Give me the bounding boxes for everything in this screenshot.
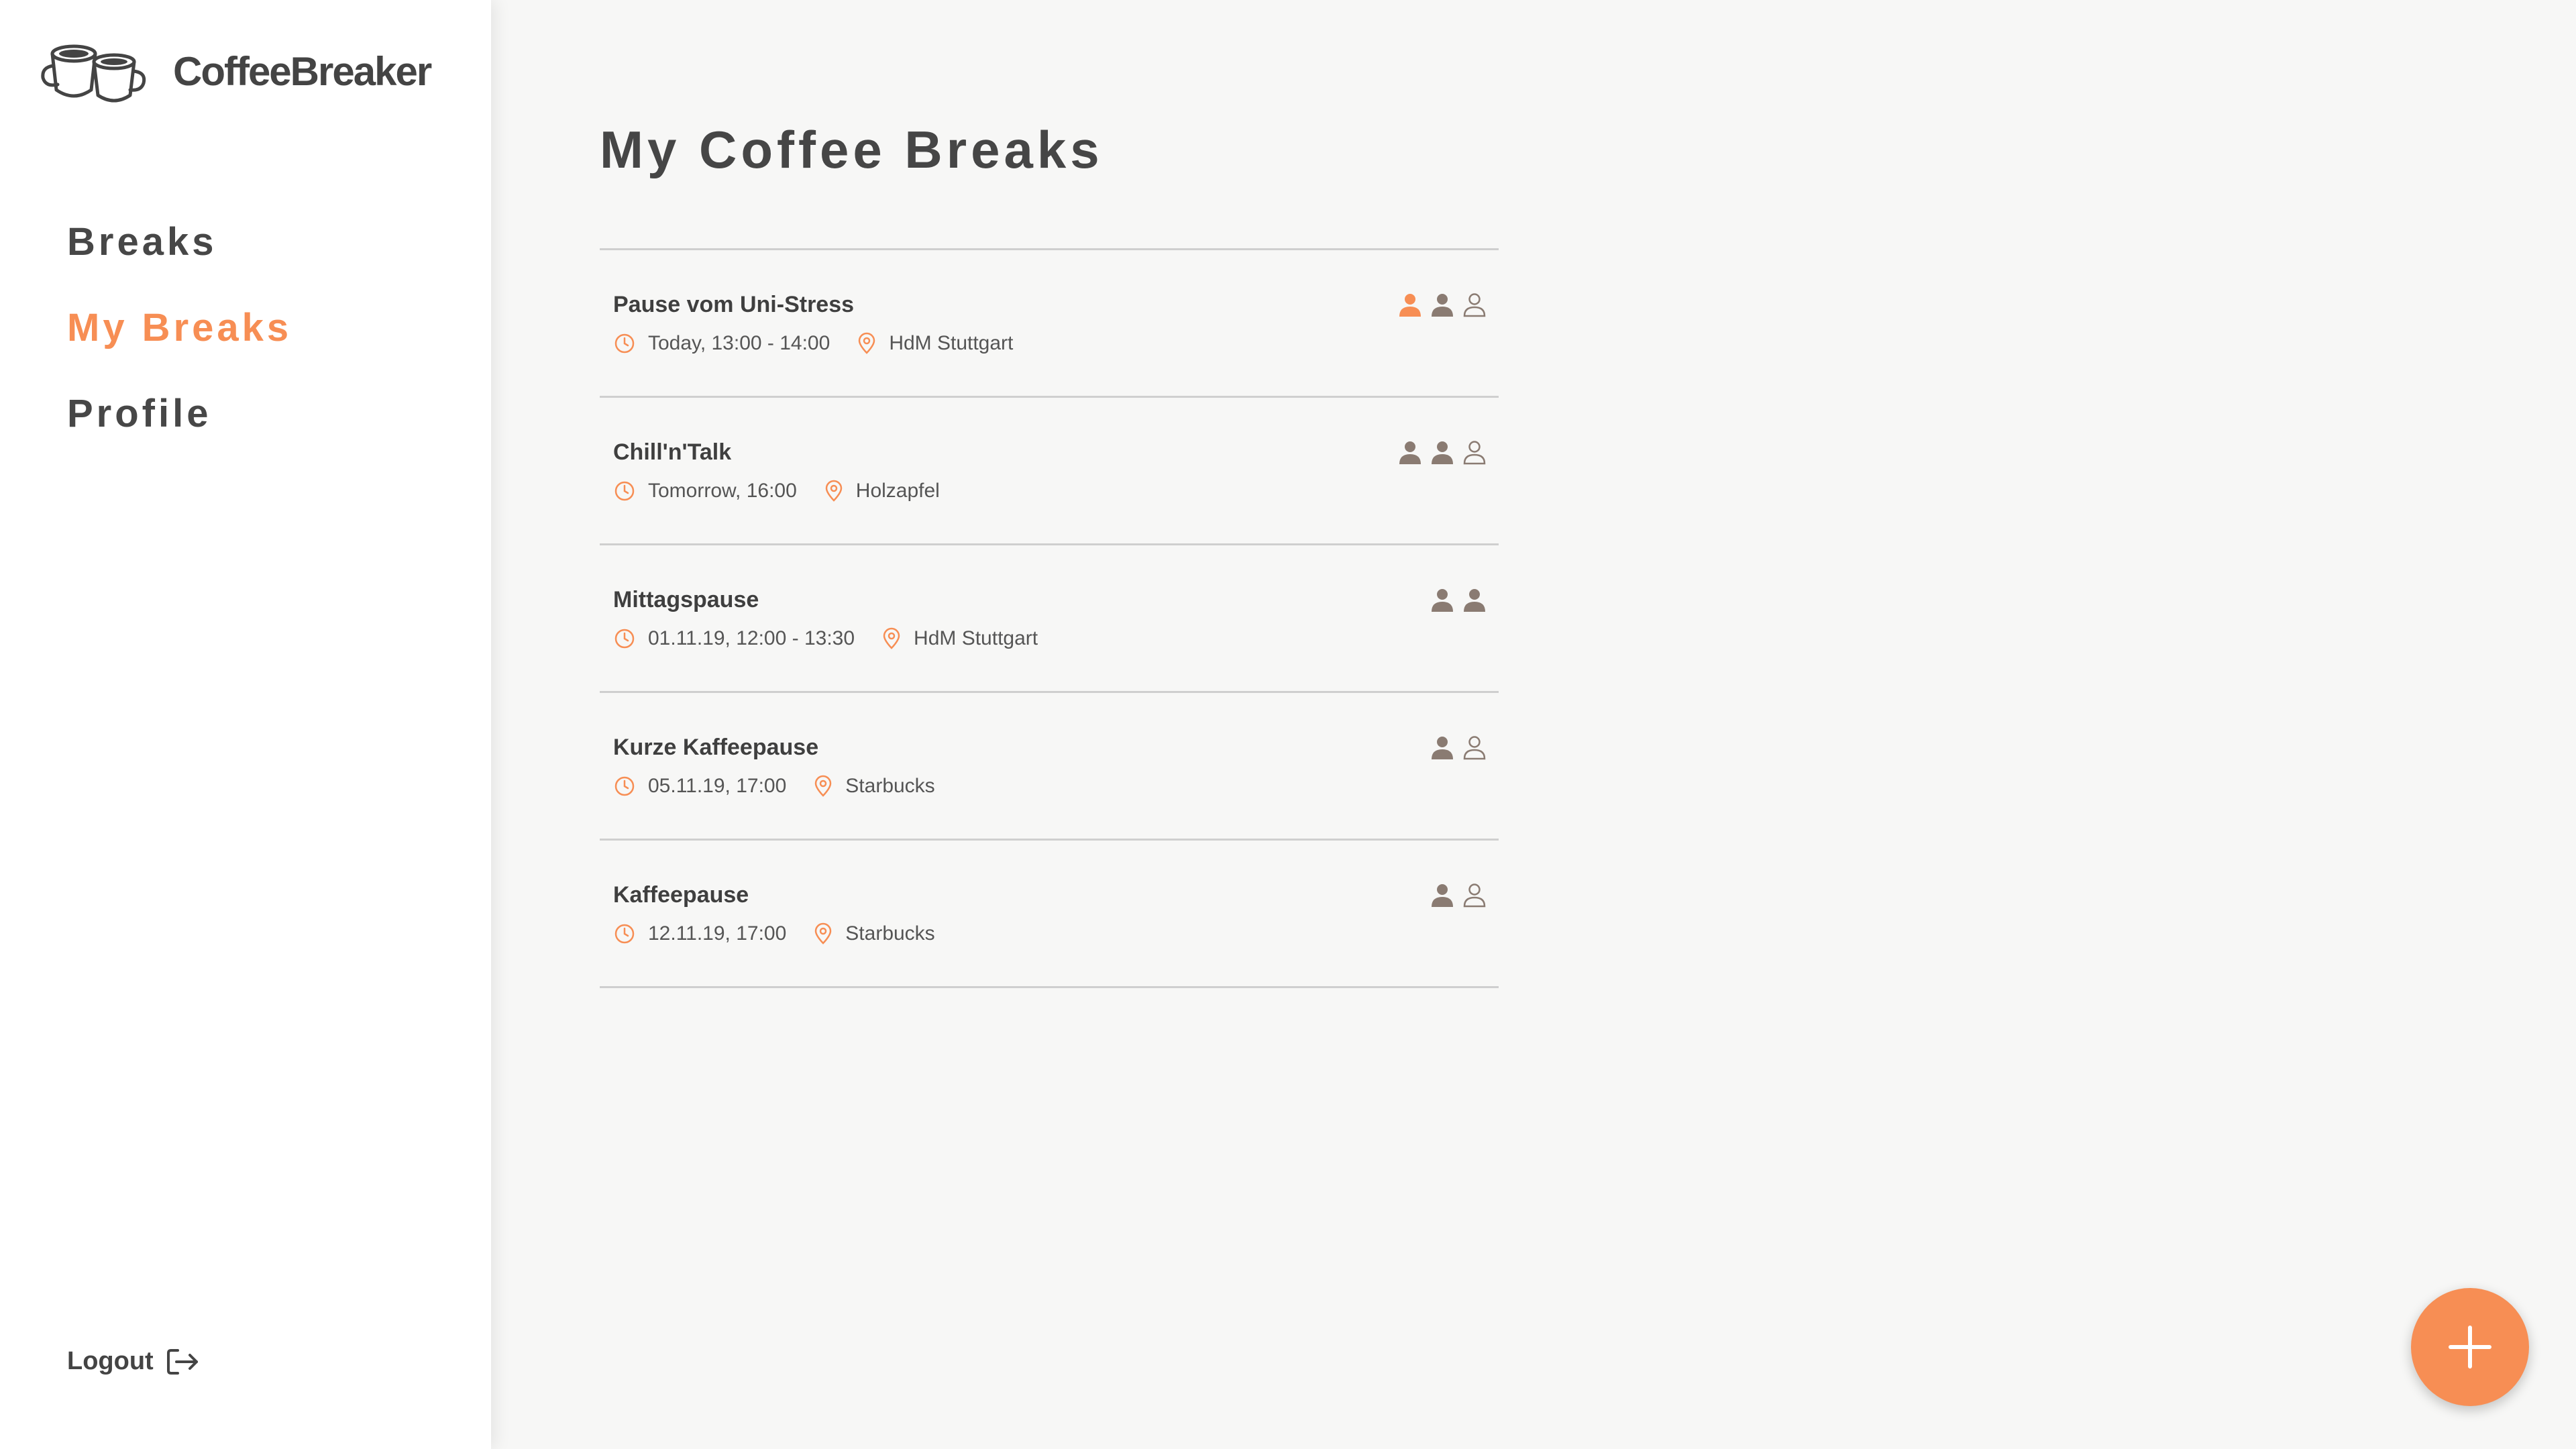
break-title: Mittagspause [613, 587, 759, 612]
main-content: My Coffee Breaks Pause vom Uni-Stress To… [491, 0, 2576, 1449]
sidebar-nav: Breaks My Breaks Profile [67, 215, 292, 472]
break-title: Kurze Kaffeepause [613, 735, 819, 760]
participants [1397, 439, 1488, 466]
add-break-button[interactable] [2411, 1288, 2529, 1406]
participant-icon [1464, 589, 1485, 612]
break-time: 12.11.19, 17:00 [648, 922, 787, 945]
break-location: HdM Stuttgart [889, 332, 1014, 354]
participant-empty-icon [1463, 293, 1486, 317]
location-pin-icon [815, 922, 832, 945]
list-item[interactable]: Pause vom Uni-Stress Today, 13:00 - 14:0… [600, 250, 1499, 398]
break-location: Starbucks [845, 922, 935, 945]
break-time: 01.11.19, 12:00 - 13:30 [648, 627, 855, 649]
logout-button[interactable]: Logout [67, 1347, 201, 1376]
sidebar-item-breaks[interactable]: Breaks [67, 215, 292, 301]
break-title: Chill'n'Talk [613, 439, 732, 465]
location-pin-icon [825, 480, 843, 502]
break-title: Pause vom Uni-Stress [613, 292, 855, 317]
location-pin-icon [859, 332, 875, 354]
break-time: 05.11.19, 17:00 [648, 775, 787, 797]
participant-empty-icon [1463, 441, 1486, 465]
sidebar: CoffeeBreaker Breaks My Breaks Profile L… [0, 0, 491, 1449]
clock-icon [614, 776, 635, 796]
list-item[interactable]: Chill'n'Talk Tomorrow, 16:00 Holzapfel [600, 398, 1499, 545]
break-location: HdM Stuttgart [914, 627, 1038, 649]
clock-icon [614, 924, 635, 944]
list-item[interactable]: Mittagspause 01.11.19, 12:00 - 13:30 HdM… [600, 545, 1499, 693]
participant-icon [1432, 737, 1453, 759]
clock-icon [614, 481, 635, 501]
brand[interactable]: CoffeeBreaker [39, 36, 432, 106]
participants [1429, 587, 1488, 614]
participant-icon [1432, 884, 1453, 907]
participants [1397, 292, 1488, 319]
break-meta: 01.11.19, 12:00 - 13:30 HdM Stuttgart [613, 627, 1038, 650]
logout-label: Logout [67, 1347, 154, 1375]
location-pin-icon [815, 775, 832, 797]
break-location: Starbucks [845, 775, 935, 797]
sidebar-item-profile[interactable]: Profile [67, 386, 292, 472]
plus-icon [2449, 1326, 2491, 1368]
break-location: Holzapfel [855, 480, 940, 502]
break-time: Tomorrow, 16:00 [648, 480, 797, 502]
break-list: Pause vom Uni-Stress Today, 13:00 - 14:0… [600, 248, 1499, 988]
list-item[interactable]: Kaffeepause 12.11.19, 17:00 Starbucks [600, 841, 1499, 988]
break-title: Kaffeepause [613, 882, 749, 908]
logout-arrow-icon [166, 1348, 198, 1375]
break-time: Today, 13:00 - 14:00 [648, 332, 830, 354]
participant-icon [1399, 441, 1421, 464]
participants [1429, 882, 1488, 909]
sidebar-item-my-breaks[interactable]: My Breaks [67, 301, 292, 386]
break-meta: Tomorrow, 16:00 Holzapfel [613, 480, 940, 502]
coffee-cups-icon [41, 44, 146, 103]
participant-self-icon [1399, 294, 1421, 317]
break-meta: Today, 13:00 - 14:00 HdM Stuttgart [613, 332, 1013, 355]
location-pin-icon [883, 627, 900, 649]
list-item[interactable]: Kurze Kaffeepause 05.11.19, 17:00 Starbu… [600, 693, 1499, 841]
clock-icon [614, 629, 635, 649]
break-meta: 05.11.19, 17:00 Starbucks [613, 775, 935, 798]
participant-icon [1432, 441, 1453, 464]
participant-empty-icon [1463, 883, 1486, 908]
page-title: My Coffee Breaks [600, 120, 1104, 179]
participant-icon [1432, 589, 1453, 612]
participant-icon [1432, 294, 1453, 317]
participant-empty-icon [1463, 736, 1486, 760]
brand-name: CoffeeBreaker [173, 48, 432, 94]
participants [1429, 735, 1488, 761]
clock-icon [614, 333, 635, 354]
break-meta: 12.11.19, 17:00 Starbucks [613, 922, 935, 945]
